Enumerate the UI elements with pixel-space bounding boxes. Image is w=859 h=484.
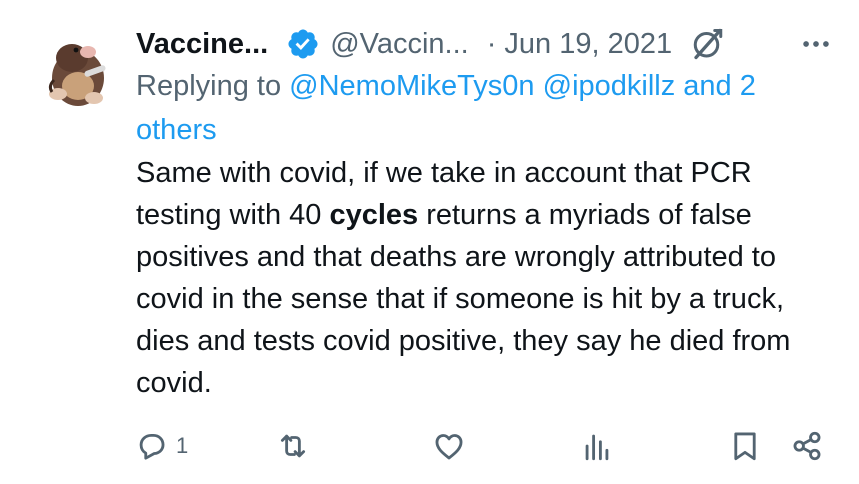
tweet-header: Vaccine... @Vaccin... · Jun 19, 2021 xyxy=(136,18,833,70)
reply-icon xyxy=(139,433,165,460)
author-handle[interactable]: @Vaccin... xyxy=(330,28,469,61)
tweet-text: Same with covid, if we take in account t… xyxy=(136,152,836,404)
share-button[interactable] xyxy=(790,424,824,468)
more-options-icon[interactable] xyxy=(799,27,833,61)
author-name[interactable]: Vaccine... xyxy=(136,28,268,61)
action-bar: 1 xyxy=(134,424,834,468)
grok-icon[interactable] xyxy=(690,26,726,62)
share-icon xyxy=(793,431,821,461)
verified-badge-icon xyxy=(288,29,318,59)
tweet-date[interactable]: Jun 19, 2021 xyxy=(504,28,672,61)
tweet: Vaccine... @Vaccin... · Jun 19, 2021 Rep… xyxy=(0,0,859,484)
bookmark-button[interactable] xyxy=(728,424,762,468)
retweet-button[interactable] xyxy=(276,424,310,468)
like-icon xyxy=(435,434,463,460)
mole-avatar-image xyxy=(48,44,106,106)
reply-button[interactable]: 1 xyxy=(134,424,188,468)
reply-count: 1 xyxy=(176,433,189,458)
mention-link-2[interactable]: @ipodkillz xyxy=(543,70,676,102)
tweet-text-bold: cycles xyxy=(329,199,419,231)
mention-link-1[interactable]: @NemoMikeTys0n xyxy=(289,70,534,102)
replying-to-label: Replying to xyxy=(136,70,282,102)
separator-dot: · xyxy=(486,27,497,60)
replying-to: Replying to @NemoMikeTys0n @ipodkillz an… xyxy=(136,64,836,152)
bookmark-icon xyxy=(734,432,756,461)
views-icon xyxy=(585,434,609,461)
like-button[interactable] xyxy=(432,424,466,468)
retweet-icon xyxy=(280,434,306,458)
avatar[interactable] xyxy=(36,28,120,112)
views-button[interactable] xyxy=(580,424,614,468)
